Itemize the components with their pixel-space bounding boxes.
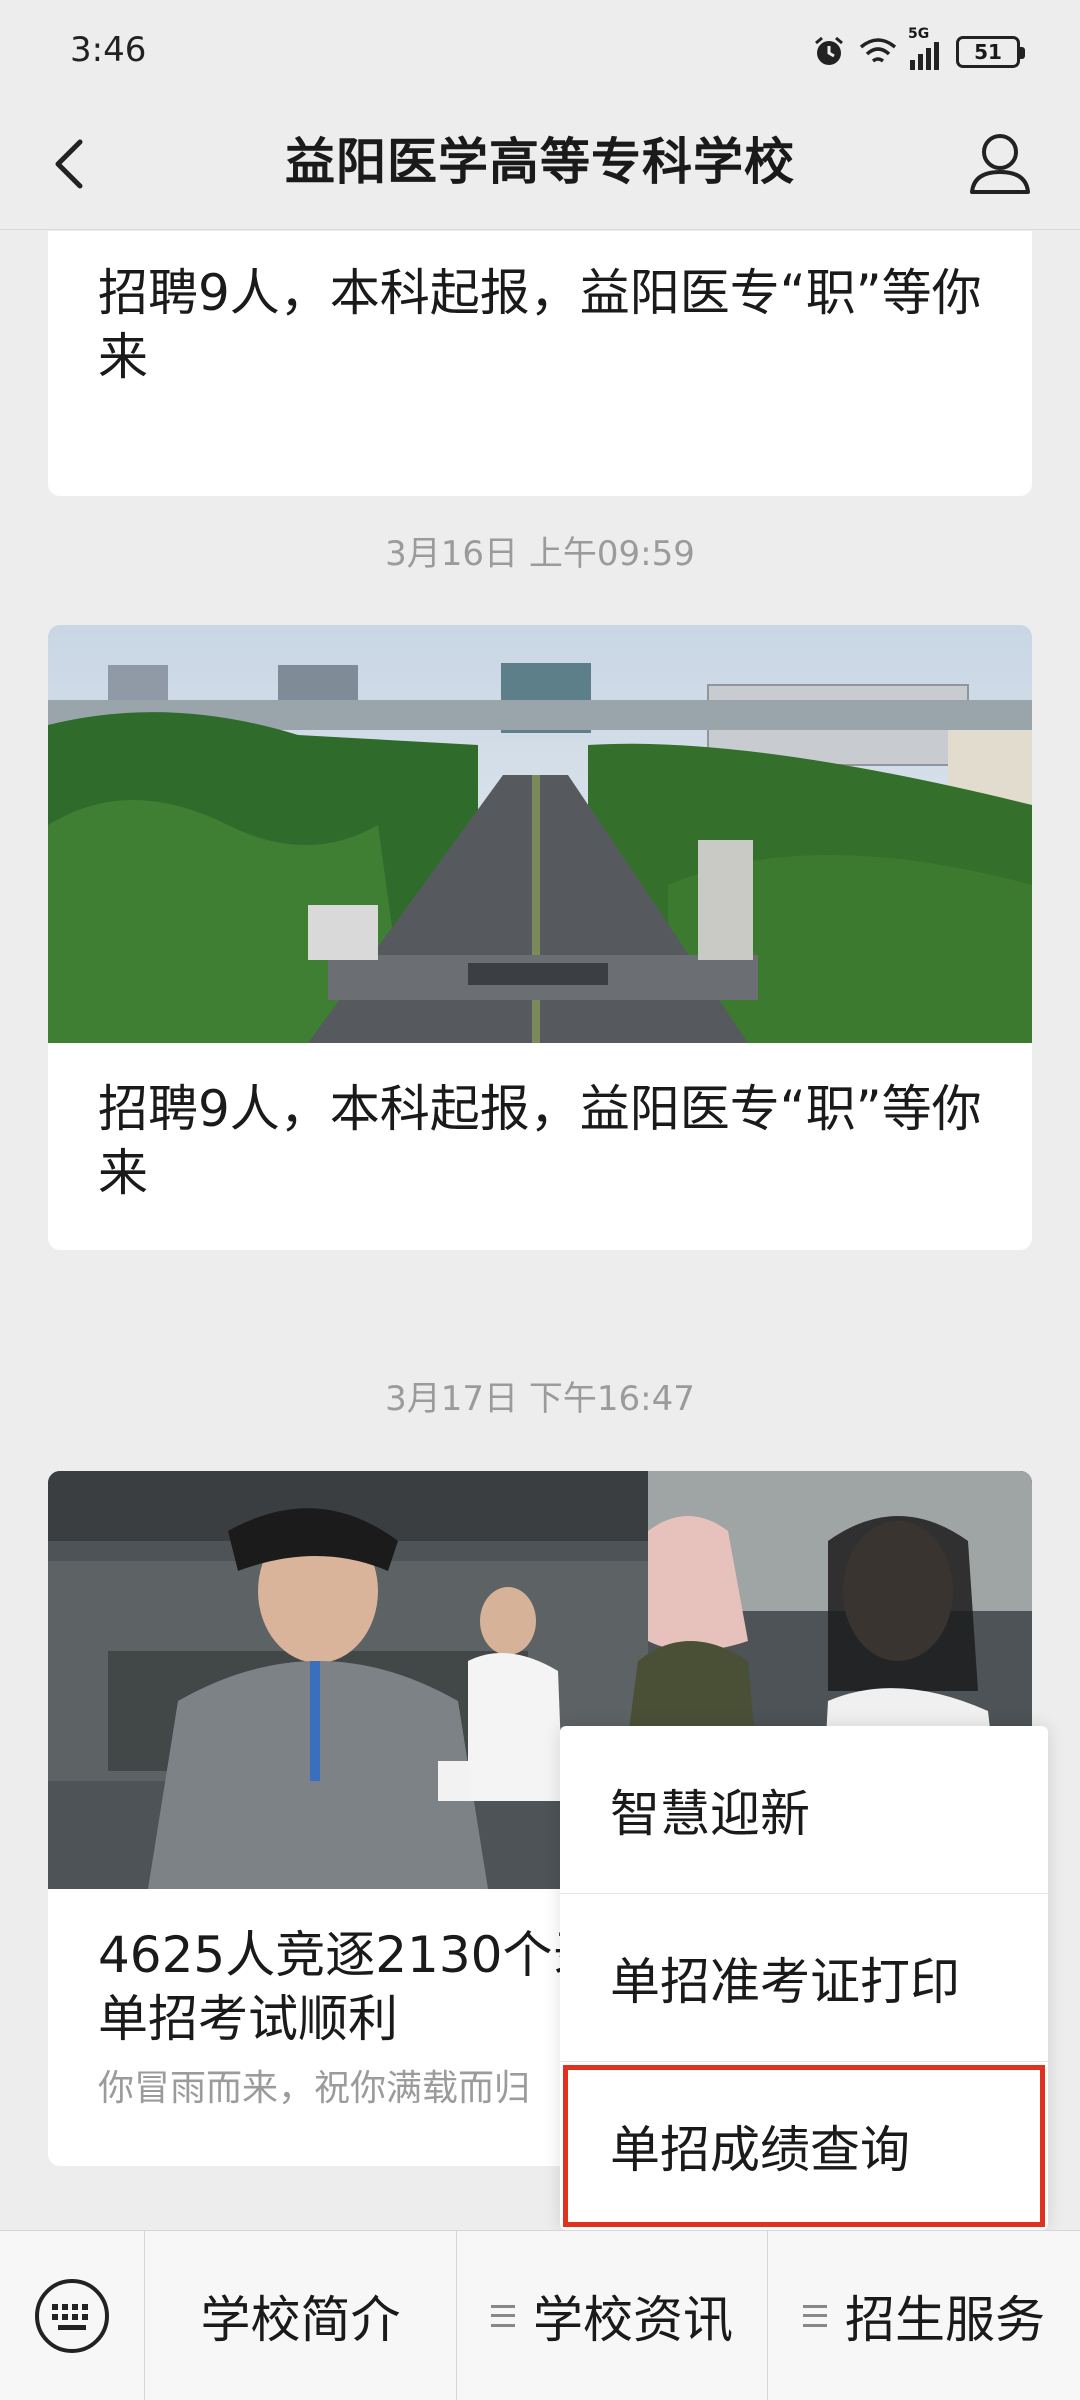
keyboard-toggle-button[interactable] [0,2230,145,2400]
submenu-item-smart-enrollment[interactable]: 智慧迎新 [560,1726,1048,1894]
alarm-icon [815,36,843,65]
menu-lines-icon [491,2304,515,2327]
menu-admission-service[interactable]: 招生服务 [768,2231,1080,2400]
menu-school-news[interactable]: 学校资讯 [457,2230,768,2400]
submenu-popup: 智慧迎新 单招准考证打印 单招成绩查询 [560,1726,1048,2230]
bottom-menu-bar: 学校简介 学校资讯 招生服务 [0,2230,1080,2400]
menu-school-intro-label: 学校简介 [200,2290,401,2349]
article-card[interactable]: 招聘9人，本科起报，益阳医专“职”等你来 [48,231,1032,496]
chevron-left-icon[interactable] [40,124,120,204]
battery-icon: 51 [956,36,1025,68]
menu-school-news-label: 学校资讯 [533,2290,733,2349]
submenu-item-admission-ticket-print[interactable]: 单招准考证打印 [560,1894,1048,2062]
wifi-icon [859,38,897,63]
keyboard-icon [35,2278,109,2353]
page-title: 益阳医学高等专科学校 [285,133,795,191]
campus-aerial-photo [48,625,1032,1043]
article-title: 招聘9人，本科起报，益阳医专“职”等你来 [98,1080,982,1202]
message-timestamp: 3月17日 下午16:47 [385,1379,695,1419]
battery-level: 51 [974,40,1002,64]
article-title: 招聘9人，本科起报，益阳医专“职”等你来 [98,264,982,386]
message-timestamp: 3月16日 上午09:59 [385,534,695,574]
menu-school-intro[interactable]: 学校简介 [145,2230,457,2400]
signal-icon [910,42,939,70]
article-card[interactable]: 招聘9人，本科起报，益阳医专“职”等你来 [48,625,1032,1250]
status-icons: 5G 51 [812,26,1025,74]
menu-lines-icon [803,2304,827,2327]
status-bar: 3:46 5G 51 [0,0,1080,100]
network-label: 5G [908,26,930,42]
nav-bar: 益阳医学高等专科学校 [0,100,1080,230]
person-icon[interactable] [960,124,1040,204]
menu-admission-service-label: 招生服务 [845,2290,1045,2349]
submenu-item-score-query[interactable]: 单招成绩查询 [560,2062,1048,2230]
network-indicator: 5G [908,26,944,70]
status-time: 3:46 [70,30,147,70]
